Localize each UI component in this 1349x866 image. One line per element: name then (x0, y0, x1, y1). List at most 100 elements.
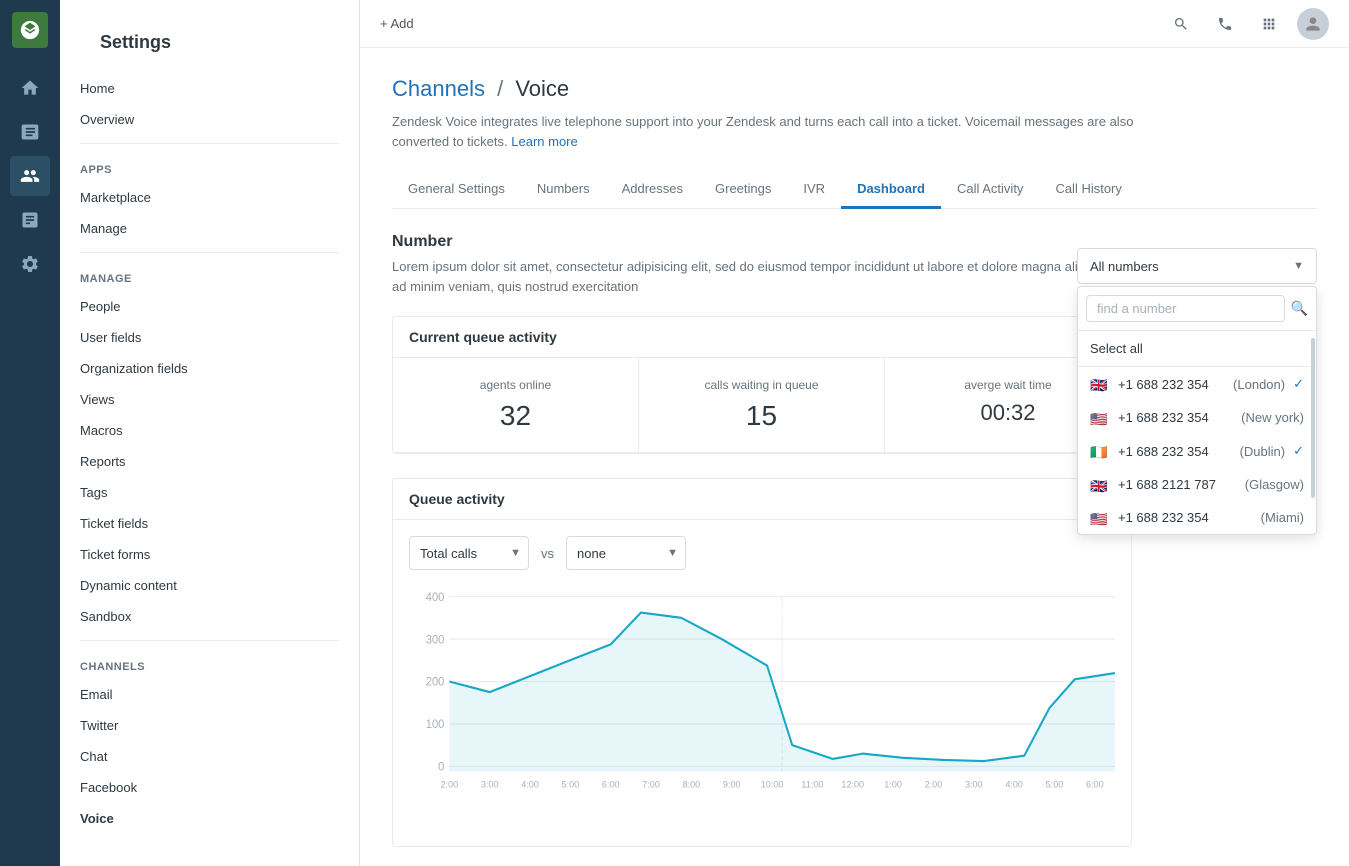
breadcrumb-current: Voice (515, 76, 569, 101)
dropdown-item-newyork[interactable]: 🇺🇸 +1 688 232 354 (New york) (1078, 401, 1316, 434)
tab-addresses[interactable]: Addresses (606, 171, 699, 209)
search-icon: 🔍 (1291, 300, 1308, 317)
sidebar-item-reports[interactable]: Reports (60, 446, 359, 477)
sidebar-item-twitter[interactable]: Twitter (60, 710, 359, 741)
svg-text:4:00: 4:00 (1005, 779, 1023, 789)
metric1-select-wrapper: Total calls ▼ (409, 536, 529, 570)
grid-button[interactable] (1253, 8, 1285, 40)
location-miami: (Miami) (1261, 510, 1304, 525)
check-dublin: ✓ (1293, 443, 1304, 459)
dropdown-item-glasgow[interactable]: 🇬🇧 +1 688 2121 787 (Glasgow) (1078, 468, 1316, 501)
tab-call-activity[interactable]: Call Activity (941, 171, 1039, 209)
tabs: General Settings Numbers Addresses Greet… (392, 171, 1317, 209)
numbers-dropdown-trigger[interactable]: All numbers ▼ (1077, 248, 1317, 284)
metric2-select[interactable]: none (566, 536, 686, 570)
page-description: Zendesk Voice integrates live telephone … (392, 112, 1152, 151)
sidebar-item-ticket-fields[interactable]: Ticket fields (60, 508, 359, 539)
sidebar-header: Settings (60, 0, 359, 73)
learn-more-link[interactable]: Learn more (511, 134, 577, 149)
stats-card-header: Current queue activity (393, 317, 1131, 358)
dropdown-item-london[interactable]: 🇬🇧 +1 688 232 354 (London) ✓ (1078, 367, 1316, 401)
header-right (1165, 8, 1329, 40)
dropdown-item-miami[interactable]: 🇺🇸 +1 688 232 354 (Miami) (1078, 501, 1316, 534)
location-glasgow: (Glasgow) (1245, 477, 1304, 492)
sidebar-item-ticket-forms[interactable]: Ticket forms (60, 539, 359, 570)
sidebar-item-facebook[interactable]: Facebook (60, 772, 359, 803)
flag-us: 🇺🇸 (1090, 411, 1110, 425)
dropdown-search: 🔍 (1078, 287, 1316, 331)
svg-text:6:00: 6:00 (602, 779, 620, 789)
nav-bar (0, 0, 60, 866)
select-all[interactable]: Select all (1078, 331, 1316, 367)
phone-button[interactable] (1209, 8, 1241, 40)
add-button[interactable]: + Add (380, 12, 414, 35)
breadcrumb-channels[interactable]: Channels (392, 76, 485, 101)
tab-call-history[interactable]: Call History (1039, 171, 1137, 209)
chart-card-header: Queue activity (393, 479, 1131, 520)
vs-label: vs (541, 546, 554, 561)
sidebar-item-home[interactable]: Home (60, 73, 359, 104)
flag-uk: 🇬🇧 (1090, 377, 1110, 391)
sidebar-section-manage: Manage (60, 261, 359, 291)
number-london: +1 688 232 354 (1118, 377, 1225, 392)
sidebar-item-marketplace[interactable]: Marketplace (60, 182, 359, 213)
nav-icon-people[interactable] (10, 156, 50, 196)
tab-numbers[interactable]: Numbers (521, 171, 606, 209)
tab-greetings[interactable]: Greetings (699, 171, 787, 209)
sidebar-item-tags[interactable]: Tags (60, 477, 359, 508)
stat-label-agents: agents online (409, 378, 622, 392)
nav-icon-home[interactable] (10, 68, 50, 108)
flag-us2: 🇺🇸 (1090, 511, 1110, 525)
metric1-select[interactable]: Total calls (409, 536, 529, 570)
breadcrumb: Channels / Voice (392, 76, 1317, 102)
svg-text:2:00: 2:00 (925, 779, 943, 789)
svg-text:3:00: 3:00 (481, 779, 499, 789)
sidebar-item-email[interactable]: Email (60, 679, 359, 710)
svg-text:12:00: 12:00 (841, 779, 864, 789)
number-newyork: +1 688 232 354 (1118, 410, 1233, 425)
chart-area: 400 300 200 100 0 2:00 3:00 4:00 5:00 (393, 586, 1131, 846)
sidebar-item-views[interactable]: Views (60, 384, 359, 415)
svg-text:3:00: 3:00 (965, 779, 983, 789)
sidebar-item-macros[interactable]: Macros (60, 415, 359, 446)
nav-icon-settings[interactable] (10, 244, 50, 284)
section-desc: Lorem ipsum dolor sit amet, consectetur … (392, 257, 1152, 296)
stat-agents-online: agents online 32 (393, 358, 639, 452)
nav-logo[interactable] (12, 12, 48, 48)
sidebar-item-dynamic-content[interactable]: Dynamic content (60, 570, 359, 601)
location-newyork: (New york) (1241, 410, 1304, 425)
sidebar-item-chat[interactable]: Chat (60, 741, 359, 772)
stats-card: Current queue activity agents online 32 … (392, 316, 1132, 454)
search-button[interactable] (1165, 8, 1197, 40)
svg-text:5:00: 5:00 (562, 779, 580, 789)
chart-controls: Total calls ▼ vs none ▼ (393, 520, 1131, 586)
dropdown-item-dublin[interactable]: 🇮🇪 +1 688 232 354 (Dublin) ✓ (1078, 434, 1316, 468)
sidebar-item-people[interactable]: People (60, 291, 359, 322)
number-miami: +1 688 232 354 (1118, 510, 1253, 525)
check-london: ✓ (1293, 376, 1304, 392)
tab-general-settings[interactable]: General Settings (392, 171, 521, 209)
sidebar-item-voice[interactable]: Voice (60, 803, 359, 834)
number-search-input[interactable] (1086, 295, 1285, 322)
breadcrumb-separator: / (497, 76, 503, 101)
tab-dashboard[interactable]: Dashboard (841, 171, 941, 209)
svg-text:1:00: 1:00 (884, 779, 902, 789)
nav-icon-tickets[interactable] (10, 112, 50, 152)
svg-text:2:00: 2:00 (441, 779, 459, 789)
sidebar-item-overview[interactable]: Overview (60, 104, 359, 135)
sidebar-item-manage-apps[interactable]: Manage (60, 213, 359, 244)
svg-text:200: 200 (426, 676, 444, 688)
sidebar-item-user-fields[interactable]: User fields (60, 322, 359, 353)
dropdown-scrollbar[interactable] (1311, 338, 1315, 498)
sidebar-item-org-fields[interactable]: Organization fields (60, 353, 359, 384)
svg-text:100: 100 (426, 719, 444, 731)
sidebar-item-sandbox[interactable]: Sandbox (60, 601, 359, 632)
stat-value-calls: 15 (655, 400, 868, 432)
avatar[interactable] (1297, 8, 1329, 40)
nav-icon-reports[interactable] (10, 200, 50, 240)
tab-ivr[interactable]: IVR (787, 171, 841, 209)
stat-calls-waiting: calls waiting in queue 15 (639, 358, 885, 452)
svg-text:400: 400 (426, 592, 444, 604)
svg-text:9:00: 9:00 (723, 779, 741, 789)
svg-text:6:00: 6:00 (1086, 779, 1104, 789)
